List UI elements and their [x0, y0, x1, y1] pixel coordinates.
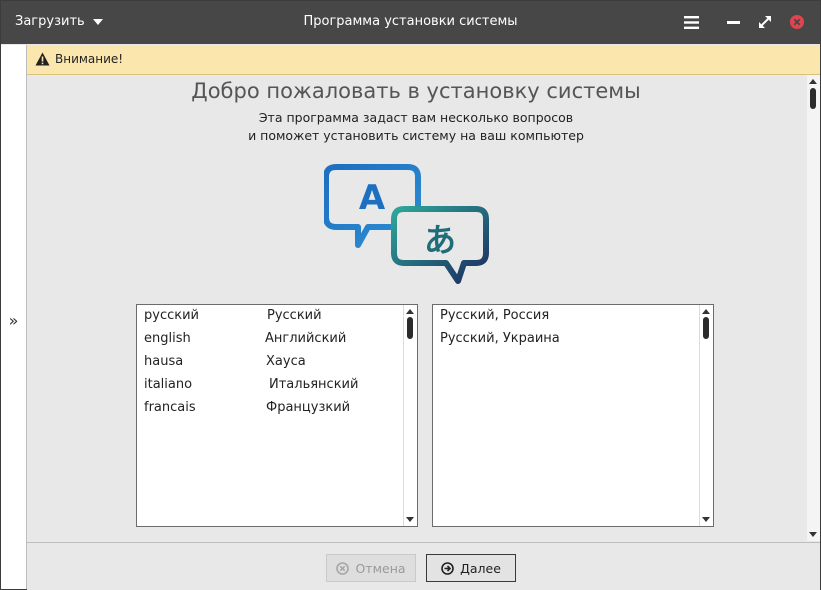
minimize-icon — [726, 20, 740, 24]
scrollbar-thumb[interactable] — [407, 317, 413, 339]
cancel-button-label: Отмена — [355, 560, 406, 576]
warning-text: Внимание! — [55, 52, 124, 66]
cancel-circle-x-icon — [336, 561, 350, 575]
language-row[interactable]: hausa Хауса — [144, 351, 399, 373]
close-button[interactable] — [787, 12, 807, 32]
language-native-name: hausa — [144, 354, 184, 369]
next-button-label: Далее — [460, 560, 501, 576]
side-panel-strip: » — [1, 45, 27, 589]
language-list[interactable]: русский Русский english Английский hausa… — [136, 304, 418, 527]
load-menu-label: Загрузить — [15, 14, 85, 29]
expand-panel-button[interactable]: » — [1, 310, 26, 330]
maximize-icon — [759, 16, 771, 28]
next-button[interactable]: Далее — [426, 554, 516, 582]
scroll-down-arrow-icon[interactable] — [702, 517, 710, 522]
language-localized-name: Итальянский — [269, 377, 359, 392]
language-native-name: francais — [144, 400, 196, 415]
scrollbar-thumb[interactable] — [703, 317, 709, 339]
language-localized-name: Русский — [267, 308, 322, 323]
hamburger-icon — [683, 15, 699, 29]
language-localized-name: Французкий — [266, 400, 351, 415]
scroll-up-arrow-icon[interactable] — [702, 309, 710, 314]
logo-letter-a: A — [359, 178, 386, 218]
welcome-page: Добро пожаловать в установку системы Эта… — [27, 75, 820, 541]
scroll-up-arrow-icon[interactable] — [809, 79, 817, 84]
maximize-button[interactable] — [755, 12, 775, 32]
subtitle-line-1: Эта программа задаст вам несколько вопро… — [258, 110, 574, 125]
cancel-button[interactable]: Отмена — [326, 554, 416, 582]
region-row[interactable]: Русский, Украина — [440, 328, 695, 350]
language-translate-logo: A あ — [324, 164, 489, 284]
language-row[interactable]: русский Русский — [144, 305, 399, 327]
installer-window: Загрузить Программа установки системы » … — [0, 0, 821, 590]
language-native-name: italiano — [144, 377, 193, 392]
caret-down-icon — [92, 18, 103, 25]
hamburger-menu-button[interactable] — [681, 12, 701, 32]
warning-bar: Внимание! — [27, 45, 820, 75]
region-list-scrollbar[interactable] — [699, 305, 713, 526]
scroll-up-arrow-icon[interactable] — [406, 309, 414, 314]
language-row[interactable]: english Английский — [144, 328, 399, 350]
language-list-scrollbar[interactable] — [403, 305, 417, 526]
region-name: Русский, Украина — [440, 331, 560, 346]
scroll-down-arrow-icon[interactable] — [809, 532, 817, 537]
page-scrollbar[interactable] — [807, 75, 820, 541]
scrollbar-thumb[interactable] — [810, 88, 816, 109]
title-bar: Загрузить Программа установки системы — [1, 1, 820, 44]
subtitle-line-2: и поможет установить систему на ваш комп… — [248, 128, 584, 143]
language-native-name: english — [144, 331, 191, 346]
language-row[interactable]: francais Французкий — [144, 397, 399, 419]
load-menu-button[interactable]: Загрузить — [15, 14, 103, 29]
logo-letter-a-japanese: あ — [424, 221, 456, 259]
region-list[interactable]: Русский, Россия Русский, Украина — [432, 304, 714, 527]
arrow-right-circle-icon — [441, 561, 454, 575]
page-title: Добро пожаловать в установку системы — [191, 79, 641, 103]
button-bar: Отмена Далее — [27, 542, 820, 590]
minimize-button[interactable] — [723, 12, 743, 32]
region-name: Русский, Россия — [440, 308, 550, 323]
language-localized-name: Хауса — [266, 354, 306, 369]
language-localized-name: Английский — [265, 331, 347, 346]
region-row[interactable]: Русский, Россия — [440, 305, 695, 327]
language-native-name: русский — [144, 308, 199, 323]
scroll-down-arrow-icon[interactable] — [406, 517, 414, 522]
close-icon — [790, 15, 804, 29]
warning-icon — [35, 52, 50, 66]
double-chevron-right-icon: » — [8, 310, 19, 330]
page-subtitle: Эта программа задаст вам несколько вопро… — [27, 109, 805, 145]
language-row[interactable]: italiano Итальянский — [144, 374, 399, 396]
